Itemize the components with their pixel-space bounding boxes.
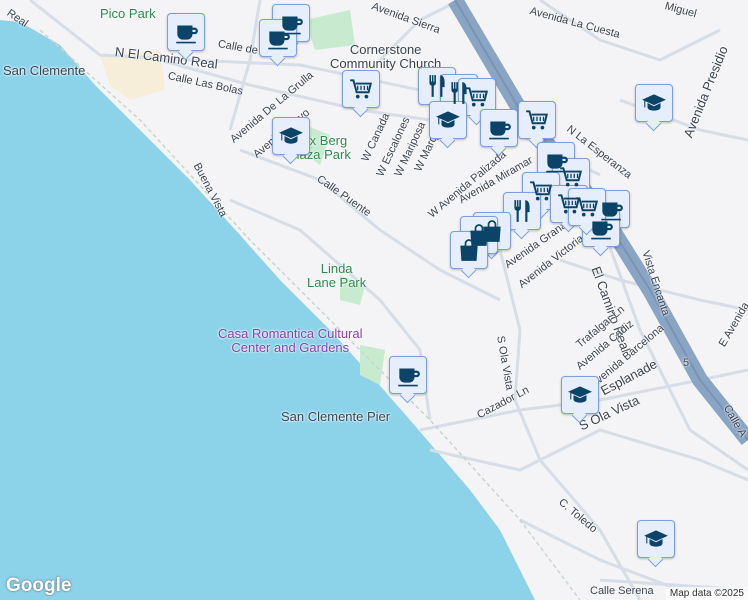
map-marker-graduation[interactable]	[429, 101, 467, 139]
map-label-linda-lane[interactable]: Linda Lane Park	[307, 261, 366, 291]
map-label-i5: 5	[683, 357, 690, 369]
google-logo: Google	[6, 575, 72, 596]
graduation-icon	[436, 111, 460, 128]
coffee-icon	[268, 31, 290, 50]
map-label-san-clemente: San Clemente	[3, 63, 86, 78]
cart-icon	[576, 197, 598, 217]
map-label-calle-serena: Calle Serena	[590, 585, 654, 597]
map-marker-graduation[interactable]	[561, 376, 599, 414]
map-marker-graduation[interactable]	[635, 84, 673, 122]
map-marker-coffee[interactable]	[167, 13, 205, 51]
graduation-icon	[642, 94, 666, 111]
fork-icon	[514, 200, 530, 222]
map-label-pico-park[interactable]: Pico Park	[100, 6, 156, 21]
graduation-icon	[279, 127, 303, 144]
cart-icon	[466, 87, 488, 107]
map-label-san-clemente-pier: San Clemente Pier	[281, 409, 391, 424]
coffee-icon	[176, 25, 198, 44]
coffee-icon	[398, 368, 420, 387]
graduation-icon	[568, 386, 592, 403]
graduation-icon	[644, 530, 668, 547]
map-attribution[interactable]: Map data ©2025	[665, 587, 748, 600]
map-marker-graduation[interactable]	[637, 520, 675, 558]
cart-icon	[350, 79, 372, 99]
map-marker-cart[interactable]	[342, 70, 380, 108]
map-marker-graduation[interactable]	[272, 117, 310, 155]
cart-icon	[560, 167, 582, 187]
map-marker-cart[interactable]	[518, 101, 556, 139]
cart-icon	[526, 110, 548, 130]
coffee-icon	[489, 121, 511, 140]
map-marker-coffee[interactable]	[480, 109, 518, 147]
map-marker-coffee[interactable]	[389, 356, 427, 394]
shopping-bag-icon	[460, 239, 478, 261]
map-label-casa-romantica[interactable]: Casa Romantica Cultural Center and Garde…	[218, 326, 363, 356]
